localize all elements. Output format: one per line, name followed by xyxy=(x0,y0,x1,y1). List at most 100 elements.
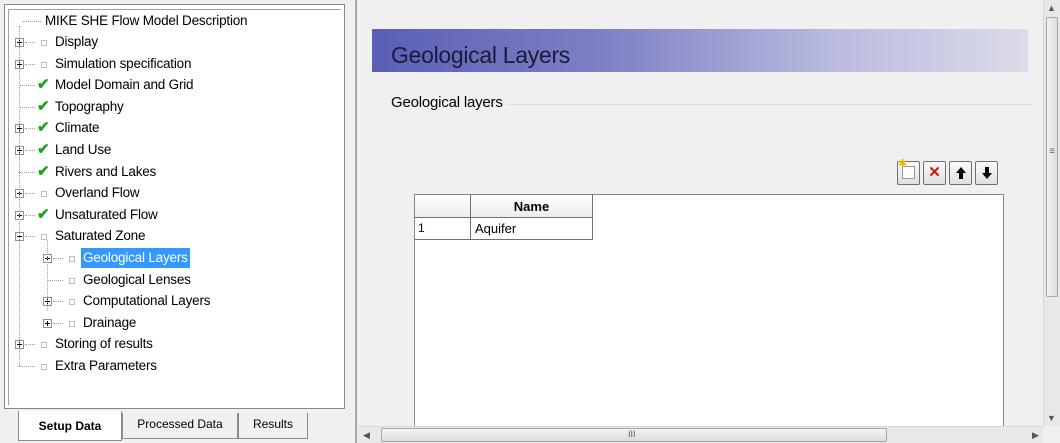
tree-vertical-line xyxy=(47,240,48,312)
tree-item-label: Overland Flow xyxy=(55,185,140,201)
tree-line xyxy=(25,42,35,43)
check-icon: ✔ xyxy=(37,119,50,137)
tree-item-unsaturated-flow[interactable]: ✔ Unsaturated Flow xyxy=(15,205,160,226)
delete-layer-button[interactable]: ✕ xyxy=(923,161,946,185)
tree-line xyxy=(25,128,35,130)
tree-line xyxy=(25,214,35,216)
tree-line xyxy=(25,344,35,346)
check-icon: ✔ xyxy=(37,141,50,158)
tree-line xyxy=(19,366,35,367)
tab-setup-data[interactable]: Setup Data xyxy=(18,411,122,441)
tree-item-label: Simulation specification xyxy=(55,55,192,71)
tree-root[interactable]: MIKE SHE Flow Model Description xyxy=(23,11,249,32)
tree-content: MIKE SHE Flow Model Description Display S… xyxy=(8,9,341,405)
tree-item-label: Rivers and Lakes xyxy=(55,163,157,179)
tree-item-label: Computational Layers xyxy=(83,293,211,309)
group-border xyxy=(500,104,1032,105)
pane-splitter[interactable] xyxy=(346,0,356,443)
check-icon: ✔ xyxy=(37,76,50,94)
tree-item-model-domain-and-grid[interactable]: ✔ Model Domain and Grid xyxy=(15,75,195,96)
vertical-scroll-thumb[interactable] xyxy=(1046,17,1058,297)
status-box-icon xyxy=(41,342,47,349)
status-box-icon xyxy=(41,364,47,370)
tree-line xyxy=(19,106,35,108)
tree-item-storing-of-results[interactable]: Storing of results xyxy=(15,334,155,355)
tree-item-simulation-specification[interactable]: Simulation specification xyxy=(15,54,193,75)
tree-item-label: Unsaturated Flow xyxy=(55,206,158,222)
layers-grid[interactable]: Name 1 Aquifer xyxy=(414,194,1004,443)
tab-results[interactable]: Results xyxy=(238,413,308,439)
tree-line xyxy=(53,322,63,324)
status-box-icon xyxy=(41,61,47,68)
tree-line xyxy=(25,150,35,151)
move-down-button[interactable] xyxy=(975,161,998,185)
grid-column-header-name[interactable]: Name xyxy=(471,195,593,218)
tree-item-label: Saturated Zone xyxy=(55,228,146,244)
tree-item-computational-layers[interactable]: Computational Layers xyxy=(43,291,212,312)
tree-item-geological-lenses[interactable]: Geological Lenses xyxy=(43,270,193,291)
arrow-down-icon xyxy=(981,167,992,179)
tree-item-label: Drainage xyxy=(83,314,137,330)
status-box-icon xyxy=(69,299,75,306)
grid-cell-name[interactable]: Aquifer xyxy=(471,218,593,240)
grid-corner[interactable] xyxy=(415,195,471,218)
check-icon: ✔ xyxy=(37,205,50,223)
tree-line xyxy=(19,85,35,87)
arrow-up-icon xyxy=(955,167,966,179)
tree-line xyxy=(53,258,63,259)
tree-item-extra-parameters[interactable]: Extra Parameters xyxy=(15,356,159,377)
tree-item-label: Storing of results xyxy=(55,336,153,352)
header-banner: Geological Layers xyxy=(372,29,1028,72)
scroll-down-arrow-icon[interactable]: ▼ xyxy=(1047,413,1056,423)
scroll-left-arrow-icon[interactable]: ◀ xyxy=(363,430,370,441)
tree-item-label: Land Use xyxy=(55,142,112,157)
new-icon: ✱ xyxy=(898,159,915,179)
tree-item-label: Display xyxy=(55,34,98,49)
page-title: Geological Layers xyxy=(391,42,571,68)
grid-row-header[interactable]: 1 xyxy=(415,218,471,240)
tree-item-label: Model Domain and Grid xyxy=(55,77,194,93)
expand-icon[interactable] xyxy=(43,318,52,328)
tree-line xyxy=(25,193,35,195)
tree-item-climate[interactable]: ✔ Climate xyxy=(15,118,101,139)
tree-line xyxy=(53,301,63,303)
check-icon: ✔ xyxy=(37,97,50,115)
tree-item-label: Geological Lenses xyxy=(83,271,191,287)
tree-item-label: Topography xyxy=(55,98,124,114)
bottom-tabs: Setup Data Processed Data Results xyxy=(4,409,349,443)
status-box-icon xyxy=(41,40,47,46)
move-up-button[interactable] xyxy=(949,161,972,185)
horizontal-grip: III xyxy=(628,429,636,439)
tree-item-label: Geological Layers xyxy=(81,248,190,268)
scroll-up-arrow-icon[interactable]: ▲ xyxy=(1047,3,1056,13)
status-box-icon xyxy=(69,277,75,284)
status-box-icon xyxy=(41,191,47,198)
group-title: Geological layers xyxy=(391,94,507,111)
status-box-icon xyxy=(69,256,75,262)
scroll-right-arrow-icon[interactable]: ▶ xyxy=(1032,430,1039,441)
tree-item-overland-flow[interactable]: Overland Flow xyxy=(15,183,141,204)
vertical-grip-icon: ≡ xyxy=(1049,146,1055,157)
tree-line xyxy=(19,171,35,173)
tree-item-display[interactable]: Display xyxy=(15,32,100,53)
tree-vertical-line xyxy=(19,26,20,366)
content-panel: Geological Layers Geological layers ✱ ✕ … xyxy=(356,0,1060,443)
status-box-icon xyxy=(69,320,75,327)
tree-line xyxy=(23,21,41,22)
tree-item-label: Climate xyxy=(55,120,100,136)
new-layer-button[interactable]: ✱ xyxy=(897,159,920,185)
model-tree[interactable]: MIKE SHE Flow Model Description Display S… xyxy=(4,4,345,409)
tab-processed-data[interactable]: Processed Data xyxy=(122,413,238,439)
check-icon: ✔ xyxy=(37,162,50,180)
tree-item-rivers-and-lakes[interactable]: ✔ Rivers and Lakes xyxy=(15,162,158,183)
tree-line xyxy=(25,63,35,65)
tree-item-land-use[interactable]: ✔ Land Use xyxy=(15,140,113,161)
tree-line xyxy=(25,236,35,238)
tree-item-label: Extra Parameters xyxy=(55,358,157,373)
tree-item-topography[interactable]: ✔ Topography xyxy=(15,97,126,118)
tree-item-drainage[interactable]: Drainage xyxy=(43,313,138,334)
tree-line xyxy=(47,279,63,281)
tree-item-saturated-zone[interactable]: Saturated Zone xyxy=(15,226,147,247)
tree-item-geological-layers[interactable]: Geological Layers xyxy=(43,248,190,269)
tree-root-label: MIKE SHE Flow Model Description xyxy=(45,13,248,28)
